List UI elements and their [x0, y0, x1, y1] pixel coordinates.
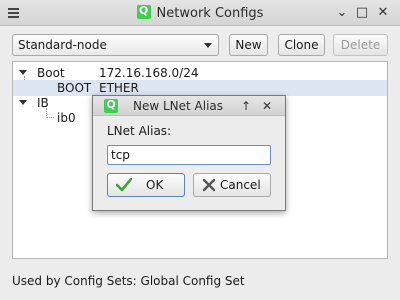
dialog-title: New LNet Alias [133, 99, 224, 113]
dialog-titlebar: New LNet Alias ↑ ✕ [93, 96, 285, 116]
new-lnet-alias-dialog: New LNet Alias ↑ ✕ LNet Alias: OK Cancel [92, 95, 286, 211]
close-icon[interactable]: ✕ [375, 5, 391, 21]
tree-item-value: ETHER [99, 81, 139, 95]
cancel-x-icon [202, 178, 216, 192]
ok-button-label: OK [146, 178, 164, 192]
config-select[interactable]: Standard-node [12, 34, 219, 56]
tree-row[interactable]: BOOT ETHER [13, 80, 387, 96]
collapse-icon[interactable]: ⌄ [334, 5, 350, 21]
app-logo-icon [104, 98, 118, 113]
chevron-down-icon[interactable] [19, 100, 27, 105]
cancel-button[interactable]: Cancel [193, 173, 271, 197]
new-button[interactable]: New [229, 34, 268, 56]
window-titlebar: Network Configs ⌄ □ ✕ [0, 0, 400, 26]
cancel-button-label: Cancel [220, 178, 261, 192]
delete-button[interactable]: Delete [333, 34, 388, 56]
chevron-down-icon [204, 43, 212, 48]
status-label: Used by Config Sets: Global Config Set [12, 274, 245, 288]
maximize-icon[interactable]: □ [354, 5, 370, 21]
close-icon[interactable]: ✕ [259, 98, 275, 114]
clone-button[interactable]: Clone [278, 34, 325, 56]
window-title-text: Network Configs [156, 6, 264, 21]
tree-row[interactable]: Boot 172.16.168.0/24 [13, 65, 387, 81]
lnet-alias-input[interactable] [107, 145, 271, 165]
lnet-alias-label: LNet Alias: [107, 124, 172, 138]
checkmark-icon [116, 178, 132, 192]
app-logo-icon [136, 4, 151, 19]
keep-above-icon[interactable]: ↑ [238, 98, 254, 114]
ok-button[interactable]: OK [107, 173, 185, 197]
tree-item-name: Boot [37, 66, 65, 80]
tree-item-name: ib0 [57, 111, 76, 125]
tree-item-name: IB [37, 96, 49, 110]
config-select-value: Standard-node [18, 38, 107, 52]
tree-item-name: BOOT [57, 81, 92, 95]
chevron-down-icon[interactable] [19, 70, 27, 75]
tree-item-value: 172.16.168.0/24 [99, 66, 199, 80]
